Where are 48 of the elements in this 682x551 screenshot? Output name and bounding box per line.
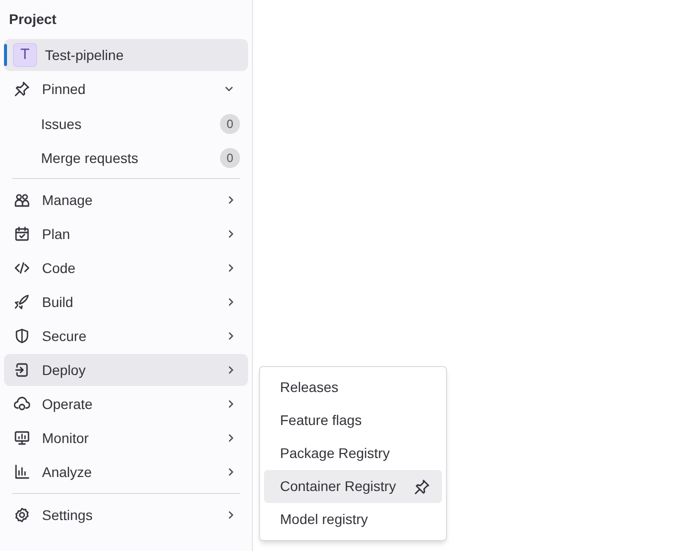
chevron-right-icon bbox=[226, 510, 236, 520]
pin-icon bbox=[14, 81, 30, 97]
chevron-right-icon bbox=[226, 365, 236, 375]
chevron-right-icon bbox=[226, 195, 236, 205]
pinned-label: Pinned bbox=[42, 80, 87, 98]
nav-item[interactable]: Secure bbox=[4, 320, 248, 352]
nav-item[interactable]: Settings bbox=[4, 499, 248, 531]
project-item[interactable]: T Test-pipeline bbox=[4, 39, 248, 71]
chevron-right-icon bbox=[226, 229, 236, 239]
code-icon bbox=[14, 260, 30, 276]
project-avatar: T bbox=[13, 43, 37, 67]
pin-icon[interactable] bbox=[414, 478, 430, 494]
chevron-right-icon bbox=[226, 263, 236, 273]
settings-icon bbox=[14, 507, 30, 523]
menu-item[interactable]: Releases bbox=[264, 371, 442, 404]
menu-item[interactable]: Feature flags bbox=[264, 404, 442, 437]
chevron-right-icon bbox=[226, 297, 236, 307]
count-badge: 0 bbox=[220, 148, 240, 168]
nav-item[interactable]: Monitor bbox=[4, 422, 248, 454]
chart-icon bbox=[14, 464, 30, 480]
chevron-right-icon bbox=[226, 433, 236, 443]
nav-item[interactable]: Plan bbox=[4, 218, 248, 250]
pinned-item[interactable]: Issues bbox=[41, 114, 220, 134]
nav-item[interactable]: Code bbox=[4, 252, 248, 284]
shield-icon bbox=[14, 328, 30, 344]
sidebar-title: Project bbox=[9, 10, 56, 29]
pinned-item[interactable]: Merge requests bbox=[41, 148, 220, 168]
menu-item[interactable]: Package Registry bbox=[264, 437, 442, 470]
chevron-right-icon bbox=[226, 467, 236, 477]
nav-item[interactable]: Operate bbox=[4, 388, 248, 420]
calendar-icon bbox=[14, 226, 30, 242]
count-badge: 0 bbox=[220, 114, 240, 134]
menu-item[interactable]: Model registry bbox=[264, 503, 442, 536]
monitor-icon bbox=[14, 430, 30, 446]
active-indicator bbox=[4, 44, 7, 66]
project-name: Test-pipeline bbox=[45, 46, 124, 65]
menu-item[interactable]: Container Registry bbox=[264, 470, 442, 503]
nav-item[interactable]: Deploy bbox=[4, 354, 248, 386]
chevron-right-icon bbox=[226, 331, 236, 341]
nav-item[interactable]: Build bbox=[4, 286, 248, 318]
chevron-right-icon bbox=[226, 399, 236, 409]
chevron-down-icon bbox=[224, 84, 234, 94]
nav-item[interactable]: Manage bbox=[4, 184, 248, 216]
deploy-icon bbox=[14, 362, 30, 378]
nav-item[interactable]: Analyze bbox=[4, 456, 248, 488]
rocket-icon bbox=[14, 294, 30, 310]
people-icon bbox=[14, 192, 30, 208]
cloud-gear-icon bbox=[14, 396, 30, 412]
